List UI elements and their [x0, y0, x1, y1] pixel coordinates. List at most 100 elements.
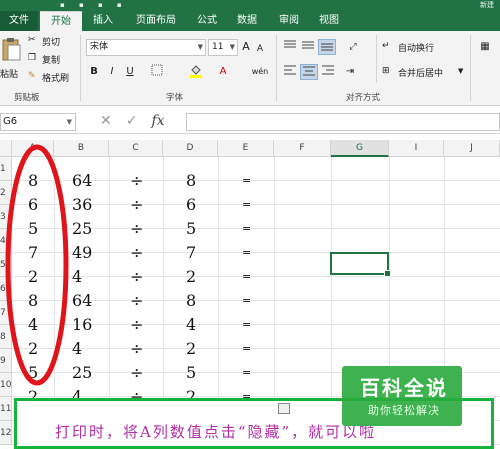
quick-access-toolbar[interactable]: ▪ ▪ ▪ ▪: [60, 1, 128, 9]
align-middle-icon: [302, 41, 314, 49]
column-header[interactable]: F: [274, 140, 331, 157]
red-circle-annotation: [5, 144, 69, 386]
table-cell[interactable]: 7: [186, 241, 196, 265]
borders-button[interactable]: [150, 64, 164, 80]
cut-label: 剪切: [42, 38, 61, 48]
column-header[interactable]: D: [163, 140, 218, 157]
number-format-button[interactable]: ▦: [474, 39, 496, 55]
copy-icon: ❐: [28, 53, 37, 63]
bold-button[interactable]: B: [88, 64, 100, 80]
align-right-button[interactable]: [320, 64, 336, 80]
align-middle-button[interactable]: [300, 39, 316, 55]
alignment-group-label: 对齐方式: [346, 93, 381, 103]
watermark-logo: 百科全说 助你轻松解决: [342, 366, 462, 426]
underline-button[interactable]: U: [124, 64, 136, 80]
table-cell[interactable]: =: [242, 313, 251, 337]
format-painter-label: 格式刷: [42, 74, 70, 84]
tab-formulas[interactable]: 公式: [192, 11, 222, 31]
table-cell[interactable]: =: [242, 289, 251, 313]
table-cell[interactable]: =: [242, 361, 251, 385]
cancel-icon[interactable]: ✕: [100, 113, 112, 129]
fill-color-button[interactable]: [188, 64, 204, 80]
border-icon: [151, 64, 163, 76]
paste-icon: [2, 38, 21, 61]
font-size-value: 11: [212, 42, 224, 52]
table-cell[interactable]: ÷: [130, 217, 143, 241]
title-bar: ▪ ▪ ▪ ▪ 新建: [0, 0, 500, 11]
table-cell[interactable]: =: [242, 265, 251, 289]
row-header[interactable]: 12: [0, 421, 12, 445]
row-header[interactable]: 11: [0, 397, 12, 421]
align-bottom-icon: [321, 43, 333, 51]
tab-page-layout[interactable]: 页面布局: [128, 11, 184, 31]
table-cell[interactable]: 6: [186, 193, 196, 217]
italic-button[interactable]: I: [106, 64, 118, 80]
font-name-select[interactable]: 宋体 ▼: [86, 39, 206, 56]
shrink-font-button[interactable]: A: [254, 41, 266, 57]
column-header[interactable]: J: [444, 140, 500, 157]
font-size-select[interactable]: 11 ▼: [208, 39, 238, 56]
indent-icon: ⇥: [345, 66, 355, 77]
ribbon-separator: [376, 35, 377, 83]
insert-function-button[interactable]: fx: [151, 113, 164, 129]
tab-data[interactable]: 数据: [232, 11, 262, 31]
selected-cell-g6[interactable]: [330, 252, 391, 277]
tab-file[interactable]: 文件: [0, 11, 38, 31]
table-cell[interactable]: ÷: [130, 241, 143, 265]
tab-home[interactable]: 开始: [40, 11, 82, 31]
table-cell[interactable]: 2: [186, 265, 196, 289]
column-header[interactable]: G: [331, 140, 389, 157]
table-cell[interactable]: =: [242, 337, 251, 361]
table-cell[interactable]: =: [242, 193, 251, 217]
paste-options-icon[interactable]: [278, 403, 290, 414]
grow-font-button[interactable]: A: [240, 39, 252, 55]
table-cell[interactable]: 8: [186, 169, 196, 193]
table-cell[interactable]: ÷: [130, 361, 143, 385]
column-header[interactable]: I: [389, 140, 444, 157]
table-cell[interactable]: ÷: [130, 337, 143, 361]
tab-view[interactable]: 视图: [314, 11, 344, 31]
table-cell[interactable]: 2: [186, 337, 196, 361]
column-header[interactable]: E: [218, 140, 274, 157]
table-cell[interactable]: ÷: [130, 313, 143, 337]
table-cell[interactable]: ÷: [130, 169, 143, 193]
phonetic-button[interactable]: wén: [248, 64, 272, 80]
column-header[interactable]: C: [109, 140, 163, 157]
font-color-icon: A: [219, 66, 227, 77]
check-icon[interactable]: ✓: [126, 113, 138, 129]
merge-center-label: 合并后居中: [398, 69, 444, 79]
table-cell[interactable]: 8: [186, 289, 196, 313]
tab-review[interactable]: 审阅: [274, 11, 304, 31]
tab-insert[interactable]: 插入: [86, 11, 120, 31]
formula-input[interactable]: [186, 113, 500, 131]
align-bottom-button[interactable]: [318, 39, 336, 55]
wrap-text-label: 自动换行: [398, 44, 435, 54]
wrap-text-icon: ↵: [382, 41, 390, 51]
clipboard-group-label: 剪贴板: [14, 93, 40, 103]
align-center-button[interactable]: [300, 64, 318, 80]
merge-center-button[interactable]: ⊞ 合并后居中 ▼: [382, 64, 468, 80]
table-cell[interactable]: ÷: [130, 193, 143, 217]
orientation-button[interactable]: ⤢: [342, 39, 364, 55]
indent-button[interactable]: ⇥: [342, 64, 358, 80]
font-color-button[interactable]: A: [216, 64, 230, 80]
align-top-button[interactable]: [282, 39, 298, 55]
paint-bucket-icon: [190, 65, 202, 78]
wrap-text-button[interactable]: ↵ 自动换行: [382, 39, 456, 55]
table-cell[interactable]: 5: [186, 217, 196, 241]
annotation-text: 打印时，将A列数值点击“隐藏”，就可以啦: [55, 423, 377, 441]
table-cell[interactable]: 5: [186, 361, 196, 385]
table-cell[interactable]: =: [242, 217, 251, 241]
table-cell[interactable]: ÷: [130, 265, 143, 289]
font-group-label: 字体: [166, 93, 184, 103]
font-name-value: 宋体: [90, 42, 109, 52]
watermark-brand: 百科全说: [360, 376, 448, 400]
align-left-button[interactable]: [282, 64, 298, 80]
table-cell[interactable]: =: [242, 241, 251, 265]
name-box[interactable]: G6 ▼: [0, 113, 76, 131]
scissors-icon: ✂: [28, 35, 36, 45]
table-cell[interactable]: ÷: [130, 289, 143, 313]
paste-button[interactable]: 粘贴: [0, 35, 24, 85]
table-cell[interactable]: =: [242, 169, 251, 193]
table-cell[interactable]: 4: [186, 313, 196, 337]
